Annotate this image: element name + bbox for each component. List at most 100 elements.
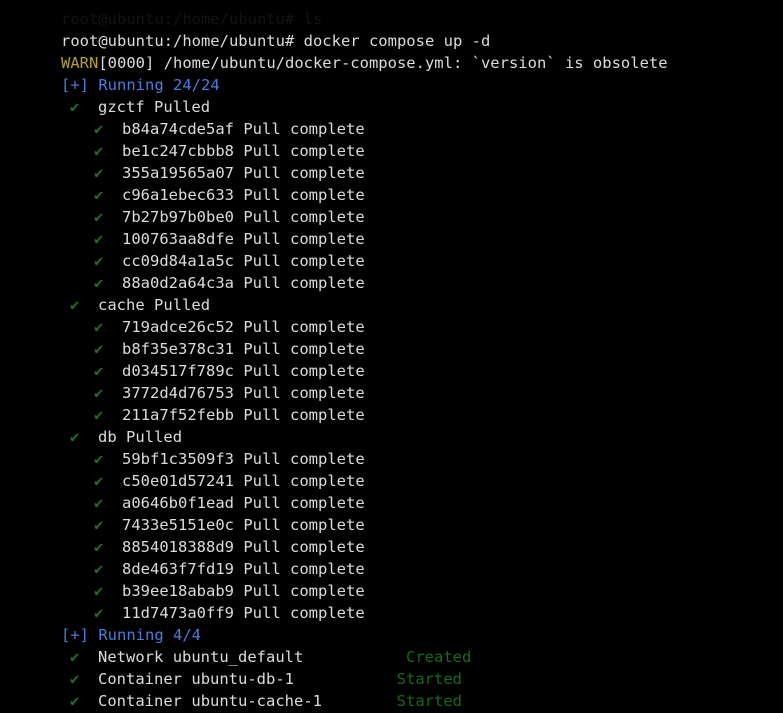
- check-icon: ✔: [94, 142, 104, 160]
- check-icon: ✔: [70, 692, 80, 710]
- pull-group-gap: [79, 296, 98, 314]
- layer-id: 59bf1c3509f3: [122, 450, 234, 468]
- pull-group-name: db: [98, 428, 117, 446]
- layer-id: cc09d84a1a5c: [122, 252, 234, 270]
- prompt-command: docker compose up -d: [303, 32, 491, 50]
- layer-sep: [234, 472, 243, 490]
- layer-state: Pull complete: [243, 604, 365, 622]
- resource-kind: Container: [98, 670, 183, 688]
- check-icon: ✔: [94, 604, 104, 622]
- layer-state: Pull complete: [243, 252, 365, 270]
- layer-sep: [234, 274, 243, 292]
- check-icon: ✔: [94, 384, 104, 402]
- resource-sep: [163, 648, 172, 666]
- scrollback-cut-text: root@ubuntu:/home/ubuntu# ls: [61, 10, 323, 28]
- layer-id: be1c247cbbb8: [122, 142, 234, 160]
- resource-kind: Container: [98, 692, 183, 710]
- layer-gap: [103, 142, 122, 160]
- terminal-window[interactable]: root@ubuntu:/home/ubuntu# ls root@ubuntu…: [0, 0, 783, 713]
- check-icon: ✔: [94, 450, 104, 468]
- warning-message: /home/ubuntu/docker-compose.yml: `versio…: [163, 54, 668, 72]
- layer-id: 100763aa8dfe: [122, 230, 234, 248]
- layer-id: c50e01d57241: [122, 472, 234, 490]
- resource-gap: [79, 648, 98, 666]
- pull-group-state: Pulled: [126, 428, 183, 446]
- layer-state: Pull complete: [243, 362, 365, 380]
- layer-state: Pull complete: [243, 186, 365, 204]
- layer-sep: [234, 560, 243, 578]
- layer-id: c96a1ebec633: [122, 186, 234, 204]
- layer-gap: [103, 494, 122, 512]
- resource-pad: [322, 692, 397, 710]
- resource-sep: [182, 670, 191, 688]
- layer-id: 3772d4d76753: [122, 384, 234, 402]
- layer-sep: [234, 318, 243, 336]
- layer-gap: [103, 450, 122, 468]
- check-icon: ✔: [94, 252, 104, 270]
- layer-gap: [103, 582, 122, 600]
- layer-id: 11d7473a0ff9: [122, 604, 234, 622]
- layer-id: 355a19565a07: [122, 164, 234, 182]
- layer-gap: [103, 384, 122, 402]
- check-icon: ✔: [94, 582, 104, 600]
- layer-gap: [103, 340, 122, 358]
- resource-name: ubuntu-cache-1: [191, 692, 323, 710]
- pull-group-sep: [117, 428, 126, 446]
- layer-state: Pull complete: [243, 582, 365, 600]
- layer-id: b84a74cde5af: [122, 120, 234, 138]
- layer-gap: [103, 516, 122, 534]
- check-icon: ✔: [94, 318, 104, 336]
- pull-group-name: cache: [98, 296, 145, 314]
- layer-state: Pull complete: [243, 274, 365, 292]
- run-phase-marker: [+]: [61, 626, 89, 644]
- layer-gap: [103, 164, 122, 182]
- layer-state: Pull complete: [243, 120, 365, 138]
- resource-kind: Network: [98, 648, 164, 666]
- layer-sep: [234, 186, 243, 204]
- resource-name: ubuntu-db-1: [191, 670, 295, 688]
- layer-sep: [234, 230, 243, 248]
- layer-state: Pull complete: [243, 516, 365, 534]
- run-phase-status: Running 4/4: [98, 626, 201, 644]
- layer-sep: [234, 120, 243, 138]
- layer-state: Pull complete: [243, 318, 365, 336]
- check-icon: ✔: [70, 670, 80, 688]
- run-phase-gap: [89, 626, 98, 644]
- layer-sep: [234, 164, 243, 182]
- layer-gap: [103, 472, 122, 490]
- layer-sep: [234, 582, 243, 600]
- layer-sep: [234, 538, 243, 556]
- layer-gap: [103, 560, 122, 578]
- layer-id: b8f35e378c31: [122, 340, 234, 358]
- warning-gap: [154, 54, 163, 72]
- layer-id: d034517f789c: [122, 362, 234, 380]
- resource-state: Started: [396, 692, 462, 710]
- layer-sep: [234, 208, 243, 226]
- layer-gap: [103, 604, 122, 622]
- layer-sep: [234, 252, 243, 270]
- layer-sep: [234, 362, 243, 380]
- layer-state: Pull complete: [243, 406, 365, 424]
- check-icon: ✔: [94, 494, 104, 512]
- resource-gap: [79, 692, 98, 710]
- check-icon: ✔: [94, 208, 104, 226]
- layer-state: Pull complete: [243, 164, 365, 182]
- layer-gap: [103, 252, 122, 270]
- layer-state: Pull complete: [243, 142, 365, 160]
- layer-state: Pull complete: [243, 560, 365, 578]
- layer-state: Pull complete: [243, 384, 365, 402]
- layer-state: Pull complete: [243, 472, 365, 490]
- layer-id: 7433e5151e0c: [122, 516, 234, 534]
- resource-name: ubuntu_default: [172, 648, 304, 666]
- layer-id: b39ee18abab9: [122, 582, 234, 600]
- layer-state: Pull complete: [243, 450, 365, 468]
- layer-id: 88a0d2a64c3a: [122, 274, 234, 292]
- resource-pad: [294, 670, 397, 688]
- layer-state: Pull complete: [243, 494, 365, 512]
- layer-sep: [234, 604, 243, 622]
- layer-gap: [103, 120, 122, 138]
- layer-sep: [234, 494, 243, 512]
- layer-gap: [103, 230, 122, 248]
- layer-id: 211a7f52febb: [122, 406, 234, 424]
- layer-id: 8de463f7fd19: [122, 560, 234, 578]
